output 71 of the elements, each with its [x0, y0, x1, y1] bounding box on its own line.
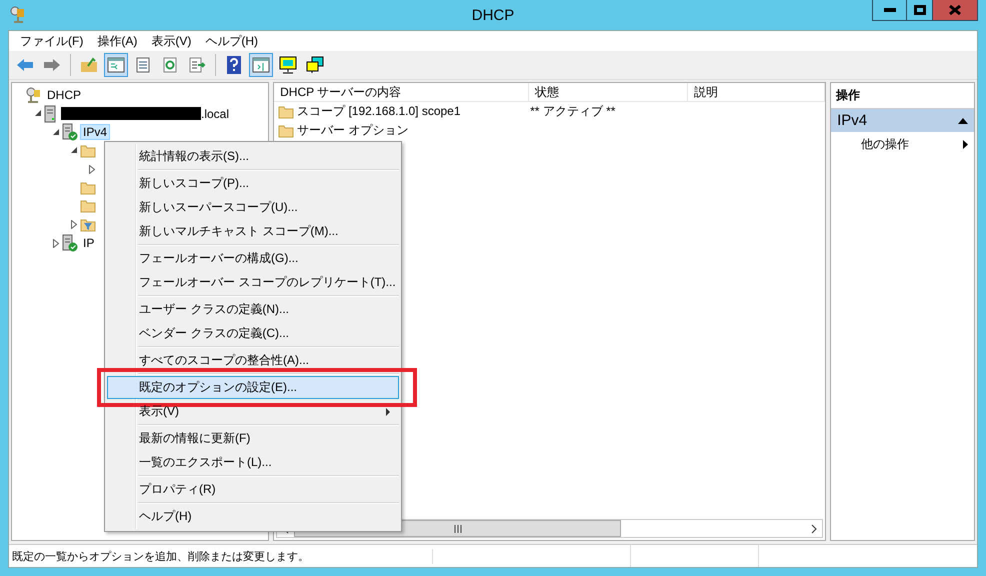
monitor-icon: [279, 56, 297, 74]
expanded-triangle-icon[interactable]: [52, 128, 60, 136]
context-menu-item[interactable]: 新しいマルチキャスト スコープ(M)...: [107, 220, 399, 243]
close-button[interactable]: [932, 0, 978, 21]
tree-pane-icon: [107, 57, 125, 73]
list-cell: ** アクティブ **: [530, 103, 616, 120]
folder-icon: [80, 199, 96, 214]
context-menu-item[interactable]: ユーザー クラスの定義(N)...: [107, 298, 399, 321]
menu-item[interactable]: 操作(A): [90, 32, 144, 50]
context-menu-item[interactable]: すべてのスコープの整合性(A)...: [107, 349, 399, 372]
expanded-triangle-icon[interactable]: [34, 110, 42, 118]
dhcp-icon: [26, 87, 42, 104]
context-menu-item[interactable]: フェールオーバー スコープのレプリケート(T)...: [107, 271, 399, 294]
context-menu-item[interactable]: 表示(V): [107, 400, 399, 423]
folder-up-icon: [80, 57, 98, 73]
list-cell: スコープ [192.168.1.0] scope1: [297, 103, 461, 120]
menu-item[interactable]: ファイル(F): [13, 32, 90, 50]
collapsed-triangle-icon[interactable]: [71, 220, 77, 230]
folder-icon: [80, 144, 96, 158]
server-check-icon: [62, 123, 78, 142]
collapsed-triangle-icon[interactable]: [89, 164, 95, 174]
minimize-icon: [884, 8, 896, 12]
context-menu-item[interactable]: フェールオーバーの構成(G)...: [107, 247, 399, 270]
window-title: DHCP: [472, 6, 514, 24]
network-monitors-icon: [306, 56, 324, 74]
action-link[interactable]: 他の操作: [831, 132, 974, 153]
menu-item[interactable]: 表示(V): [144, 32, 198, 50]
forward-arrow-icon: [43, 58, 61, 72]
close-icon: [949, 5, 961, 15]
collapsed-triangle-icon[interactable]: [53, 238, 59, 248]
context-menu-item[interactable]: 統計情報の表示(S)...: [107, 145, 399, 168]
context-menu-item[interactable]: 新しいスーパースコープ(U)...: [107, 196, 399, 219]
filter-folder-icon: [80, 218, 96, 232]
folder-icon: [278, 124, 294, 138]
context-menu-item[interactable]: 最新の情報に更新(F): [107, 427, 399, 450]
tree-item[interactable]: DHCP: [44, 87, 84, 104]
tree-item[interactable]: IPv4: [80, 124, 110, 140]
help-icon: [227, 56, 241, 74]
context-menu-item[interactable]: ベンダー クラスの定義(C)...: [107, 322, 399, 345]
action-pane-icon: [252, 57, 270, 73]
list-icon: [135, 57, 151, 73]
back-arrow-icon: [16, 58, 34, 72]
dhcp-app-icon: [10, 6, 26, 24]
context-menu-item[interactable]: 既定のオプションの設定(E)...: [107, 376, 399, 399]
menu-item[interactable]: ヘルプ(H): [198, 32, 265, 50]
collapse-arrow-icon[interactable]: [958, 118, 968, 124]
toolbar-button[interactable]: [249, 53, 273, 77]
refresh-icon: [162, 57, 178, 73]
maximize-icon: [914, 5, 926, 15]
actions-section[interactable]: IPv4: [831, 109, 974, 132]
list-cell: サーバー オプション: [297, 122, 408, 139]
context-menu-item[interactable]: ヘルプ(H): [107, 505, 399, 528]
toolbar-button[interactable]: [104, 53, 128, 77]
folder-icon: [80, 180, 96, 195]
grip-icon: [454, 524, 462, 532]
tree-item[interactable]: .local: [58, 106, 232, 122]
scroll-right-icon[interactable]: [810, 524, 817, 534]
column-header[interactable]: 説明: [688, 83, 826, 101]
expanded-triangle-icon[interactable]: [70, 147, 78, 154]
column-header[interactable]: 状態: [529, 83, 688, 101]
export-list-icon: [188, 57, 206, 73]
context-menu-item[interactable]: 一覧のエクスポート(L)...: [107, 451, 399, 474]
server-icon: [44, 104, 56, 123]
context-menu-item[interactable]: 新しいスコープ(P)...: [107, 172, 399, 195]
status-text: 既定の一覧からオプションを追加、削除または変更します。: [9, 548, 433, 564]
tree-item[interactable]: IP: [80, 235, 98, 252]
context-menu-item[interactable]: プロパティ(R): [107, 478, 399, 501]
folder-icon: [278, 104, 294, 118]
server-check-icon: [62, 234, 78, 252]
column-header[interactable]: DHCP サーバーの内容: [274, 83, 530, 101]
minimize-button[interactable]: [872, 0, 907, 21]
